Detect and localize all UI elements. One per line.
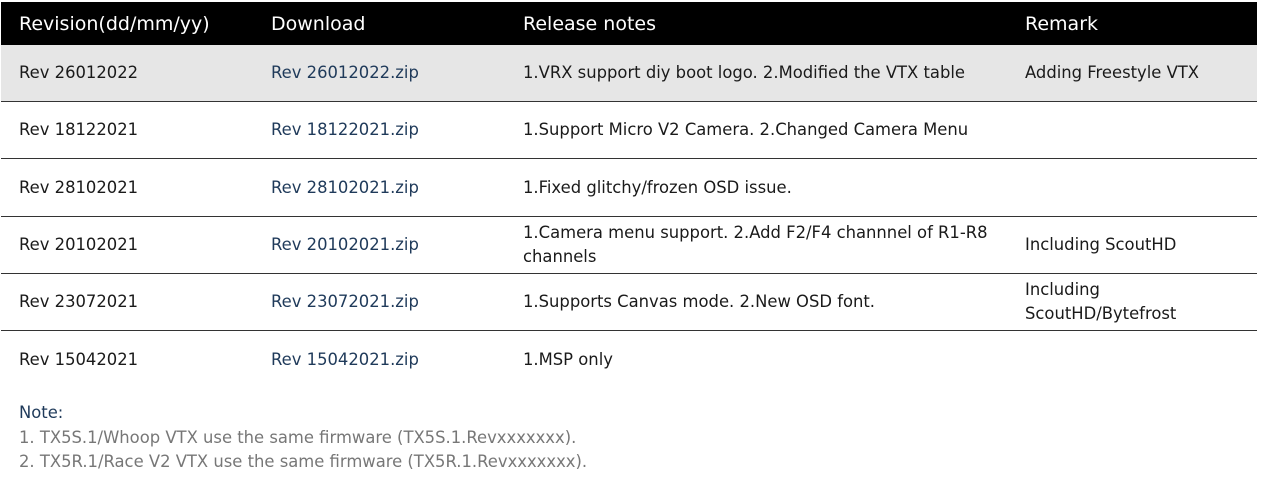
remark-cell [1007, 331, 1257, 389]
notes-section: Note: 1. TX5S.1/Whoop VTX use the same f… [19, 401, 587, 475]
download-link[interactable]: Rev 15042021.zip [271, 348, 419, 372]
header-download: Download [271, 12, 366, 35]
remark-cell [1007, 102, 1257, 158]
header-remark: Remark [1025, 12, 1099, 35]
download-cell: Rev 26012022.zip [253, 45, 505, 101]
download-cell: Rev 18122021.zip [253, 102, 505, 158]
release-notes-cell: 1.MSP only [523, 350, 613, 369]
remark-cell: Adding Freestyle VTX [1025, 63, 1200, 82]
table-row: Rev 20102021 Rev 20102021.zip 1.Camera m… [1, 217, 1257, 274]
notes-title: Note: [19, 403, 64, 422]
download-cell: Rev 20102021.zip [253, 217, 505, 273]
table-row: Rev 28102021 Rev 28102021.zip 1.Fixed gl… [1, 159, 1257, 217]
release-notes-cell: 1.Fixed glitchy/frozen OSD issue. [523, 177, 792, 197]
download-link[interactable]: Rev 18122021.zip [271, 118, 419, 142]
firmware-table: Revision(dd/mm/yy) Download Release note… [1, 2, 1257, 389]
download-cell: Rev 15042021.zip [253, 331, 505, 389]
table-header: Revision(dd/mm/yy) Download Release note… [1, 2, 1257, 45]
table-row: Rev 18122021 Rev 18122021.zip 1.Support … [1, 102, 1257, 159]
download-link[interactable]: Rev 23072021.zip [271, 290, 419, 314]
remark-cell: Including ScoutHD/Bytefrost [1025, 280, 1177, 323]
release-notes-cell: 1.Supports Canvas mode. 2.New OSD font. [523, 292, 876, 311]
table-row: Rev 15042021 Rev 15042021.zip 1.MSP only [1, 331, 1257, 389]
download-cell: Rev 23072021.zip [253, 274, 505, 330]
release-notes-cell: 1.Camera menu support. 2.Add F2/F4 chann… [523, 223, 988, 266]
revision-cell: Rev 26012022 [19, 63, 139, 82]
note-line: 1. TX5S.1/Whoop VTX use the same firmwar… [19, 427, 577, 447]
release-notes-cell: 1.Support Micro V2 Camera. 2.Changed Cam… [523, 120, 969, 139]
release-notes-cell: 1.VRX support diy boot logo. 2.Modified … [523, 63, 966, 82]
table-row: Rev 26012022 Rev 26012022.zip 1.VRX supp… [1, 45, 1257, 102]
revision-cell: Rev 15042021 [19, 350, 139, 369]
table-row: Rev 23072021 Rev 23072021.zip 1.Supports… [1, 274, 1257, 331]
download-link[interactable]: Rev 28102021.zip [271, 176, 419, 200]
revision-cell: Rev 28102021 [19, 177, 139, 197]
remark-cell [1007, 159, 1257, 216]
revision-cell: Rev 23072021 [19, 292, 139, 311]
revision-cell: Rev 20102021 [19, 235, 139, 254]
download-cell: Rev 28102021.zip [253, 159, 505, 216]
note-line: 2. TX5R.1/Race V2 VTX use the same firmw… [19, 452, 588, 471]
header-revision: Revision(dd/mm/yy) [19, 12, 210, 35]
download-link[interactable]: Rev 26012022.zip [271, 61, 419, 85]
header-release-notes: Release notes [523, 12, 656, 35]
remark-cell: Including ScoutHD [1025, 235, 1177, 254]
revision-cell: Rev 18122021 [19, 120, 139, 139]
download-link[interactable]: Rev 20102021.zip [271, 233, 419, 257]
